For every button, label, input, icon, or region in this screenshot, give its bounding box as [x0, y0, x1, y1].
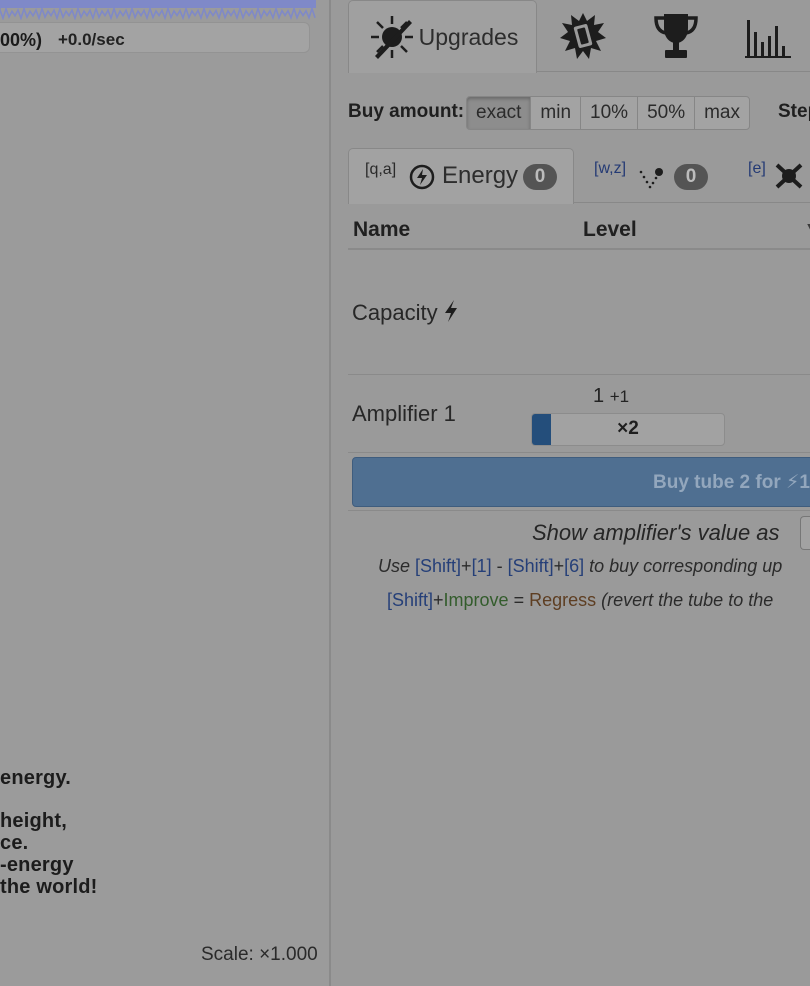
upgrades-burst-icon [370, 16, 413, 59]
amplifier-level-inc: +1 [609, 387, 630, 406]
amplifier-progress[interactable]: ×2 [531, 413, 725, 446]
hint-regress: Regress [529, 590, 597, 610]
buy-tube-label: Buy tube 2 for ⚡1 [653, 472, 810, 493]
tab-tubes[interactable] [550, 0, 616, 72]
buy-amount-label: Buy amount: [348, 101, 465, 122]
hint-equals: = [508, 590, 530, 610]
upgrade-name-amplifier: Amplifier 1 [352, 401, 456, 426]
story-line: ce. [0, 832, 29, 854]
amplifier-level-value: 1 [593, 385, 605, 407]
buy-tube-button[interactable]: Buy tube 2 for ⚡1 [352, 457, 810, 507]
buy-50pct-button[interactable]: 50% [637, 96, 696, 130]
tab-dots-count: 0 [674, 164, 708, 190]
hint-plus: + [461, 556, 472, 576]
buy-amount-options: exact min 10% 50% max [466, 96, 751, 130]
hotkey-6: [6] [564, 556, 585, 576]
tab-energy[interactable]: [q,a] Energy 0 [348, 148, 574, 204]
hint-plus: + [433, 590, 444, 610]
hint-improve: Improve [443, 590, 509, 610]
step-label: Step: [778, 101, 810, 122]
amplifier-display-select[interactable] [800, 516, 810, 550]
hotkey-shift: [Shift] [415, 556, 462, 576]
story-text: energy. height, ce. -energy the world! [0, 767, 98, 898]
dots-v-icon [639, 168, 663, 189]
tab-achievements[interactable] [648, 0, 704, 72]
hint-shift-buy: Use [Shift]+[1] - [Shift]+[6] to buy cor… [378, 556, 782, 577]
buy-max-button[interactable]: max [694, 96, 751, 130]
hotkey-shift: [Shift] [507, 556, 554, 576]
trophy-icon [654, 14, 698, 58]
buy-amount-row: Buy amount: exact min 10% 50% max Step: [348, 96, 810, 131]
bar-chart-icon [745, 20, 791, 58]
tab-energy-count: 0 [523, 164, 557, 190]
col-next-hint: ▼ [803, 218, 810, 242]
game-panel: 00%) +0.0/sec energy. height, ce. -energ… [0, 0, 331, 986]
upgrades-panel: Upgrades Buy amount: exact min 10% 50% m… [333, 0, 810, 986]
col-name: Name [353, 218, 411, 241]
table-row: Capacity [348, 250, 810, 375]
hint-text: (revert the tube to the [596, 590, 774, 610]
hint-shift-improve: [Shift]+Improve = Regress (revert the tu… [387, 590, 773, 611]
upgrade-category-tabs: [q,a] Energy 0 [w,z] 0 [e] [348, 148, 810, 204]
main-tabs: Upgrades [348, 0, 810, 73]
tab-energy-label: Energy [442, 162, 519, 189]
col-level: Level [583, 218, 637, 241]
tab-statistics[interactable] [740, 0, 796, 72]
tab-upgrades[interactable]: Upgrades [348, 0, 537, 73]
energy-percent: 00%) [0, 30, 43, 50]
story-line: energy. [0, 767, 72, 789]
story-line-gap [0, 789, 98, 810]
tab-cross-hotkey: [e] [748, 160, 766, 177]
tab-upgrades-label: Upgrades [418, 23, 519, 50]
upgrade-name-capacity: Capacity [352, 300, 438, 325]
buy-10pct-button[interactable]: 10% [580, 96, 639, 130]
energy-rate: +0.0/sec [58, 30, 125, 49]
story-line: height, [0, 810, 67, 832]
lightning-circle-icon [409, 164, 435, 190]
story-line: -energy [0, 854, 74, 876]
story-line: the world! [0, 876, 98, 898]
energy-wave [0, 0, 316, 20]
tube-burst-icon [560, 13, 606, 59]
x-cross-icon [775, 163, 803, 189]
show-amplifier-row: Show amplifier's value as [348, 510, 810, 552]
table-row: Amplifier 1 1 +1 ×2 [348, 375, 810, 453]
hint-dash: - [491, 556, 508, 576]
energy-bar: 00%) +0.0/sec [0, 22, 310, 53]
show-amplifier-label: Show amplifier's value as [532, 520, 780, 545]
buy-exact-button[interactable]: exact [466, 96, 532, 130]
tab-dots[interactable]: [w,z] 0 [594, 148, 724, 203]
tab-cross[interactable]: [e] [748, 148, 810, 203]
upgrades-table-header: Name Level ▼ [348, 210, 810, 250]
hotkey-shift: [Shift] [387, 590, 434, 610]
amplifier-multiplier: ×2 [617, 418, 639, 439]
scale-label: Scale: ×1.000 [201, 944, 318, 965]
tab-energy-hotkey: [q,a] [365, 161, 397, 178]
lightning-icon [445, 300, 457, 322]
buy-min-button[interactable]: min [530, 96, 582, 130]
hotkey-1: [1] [471, 556, 492, 576]
tab-dots-hotkey: [w,z] [594, 160, 627, 177]
hint-plus: + [553, 556, 565, 576]
amplifier-level: 1 +1 [593, 385, 629, 408]
hint-text: Use [378, 556, 416, 576]
hint-text: to buy corresponding up [584, 556, 783, 576]
